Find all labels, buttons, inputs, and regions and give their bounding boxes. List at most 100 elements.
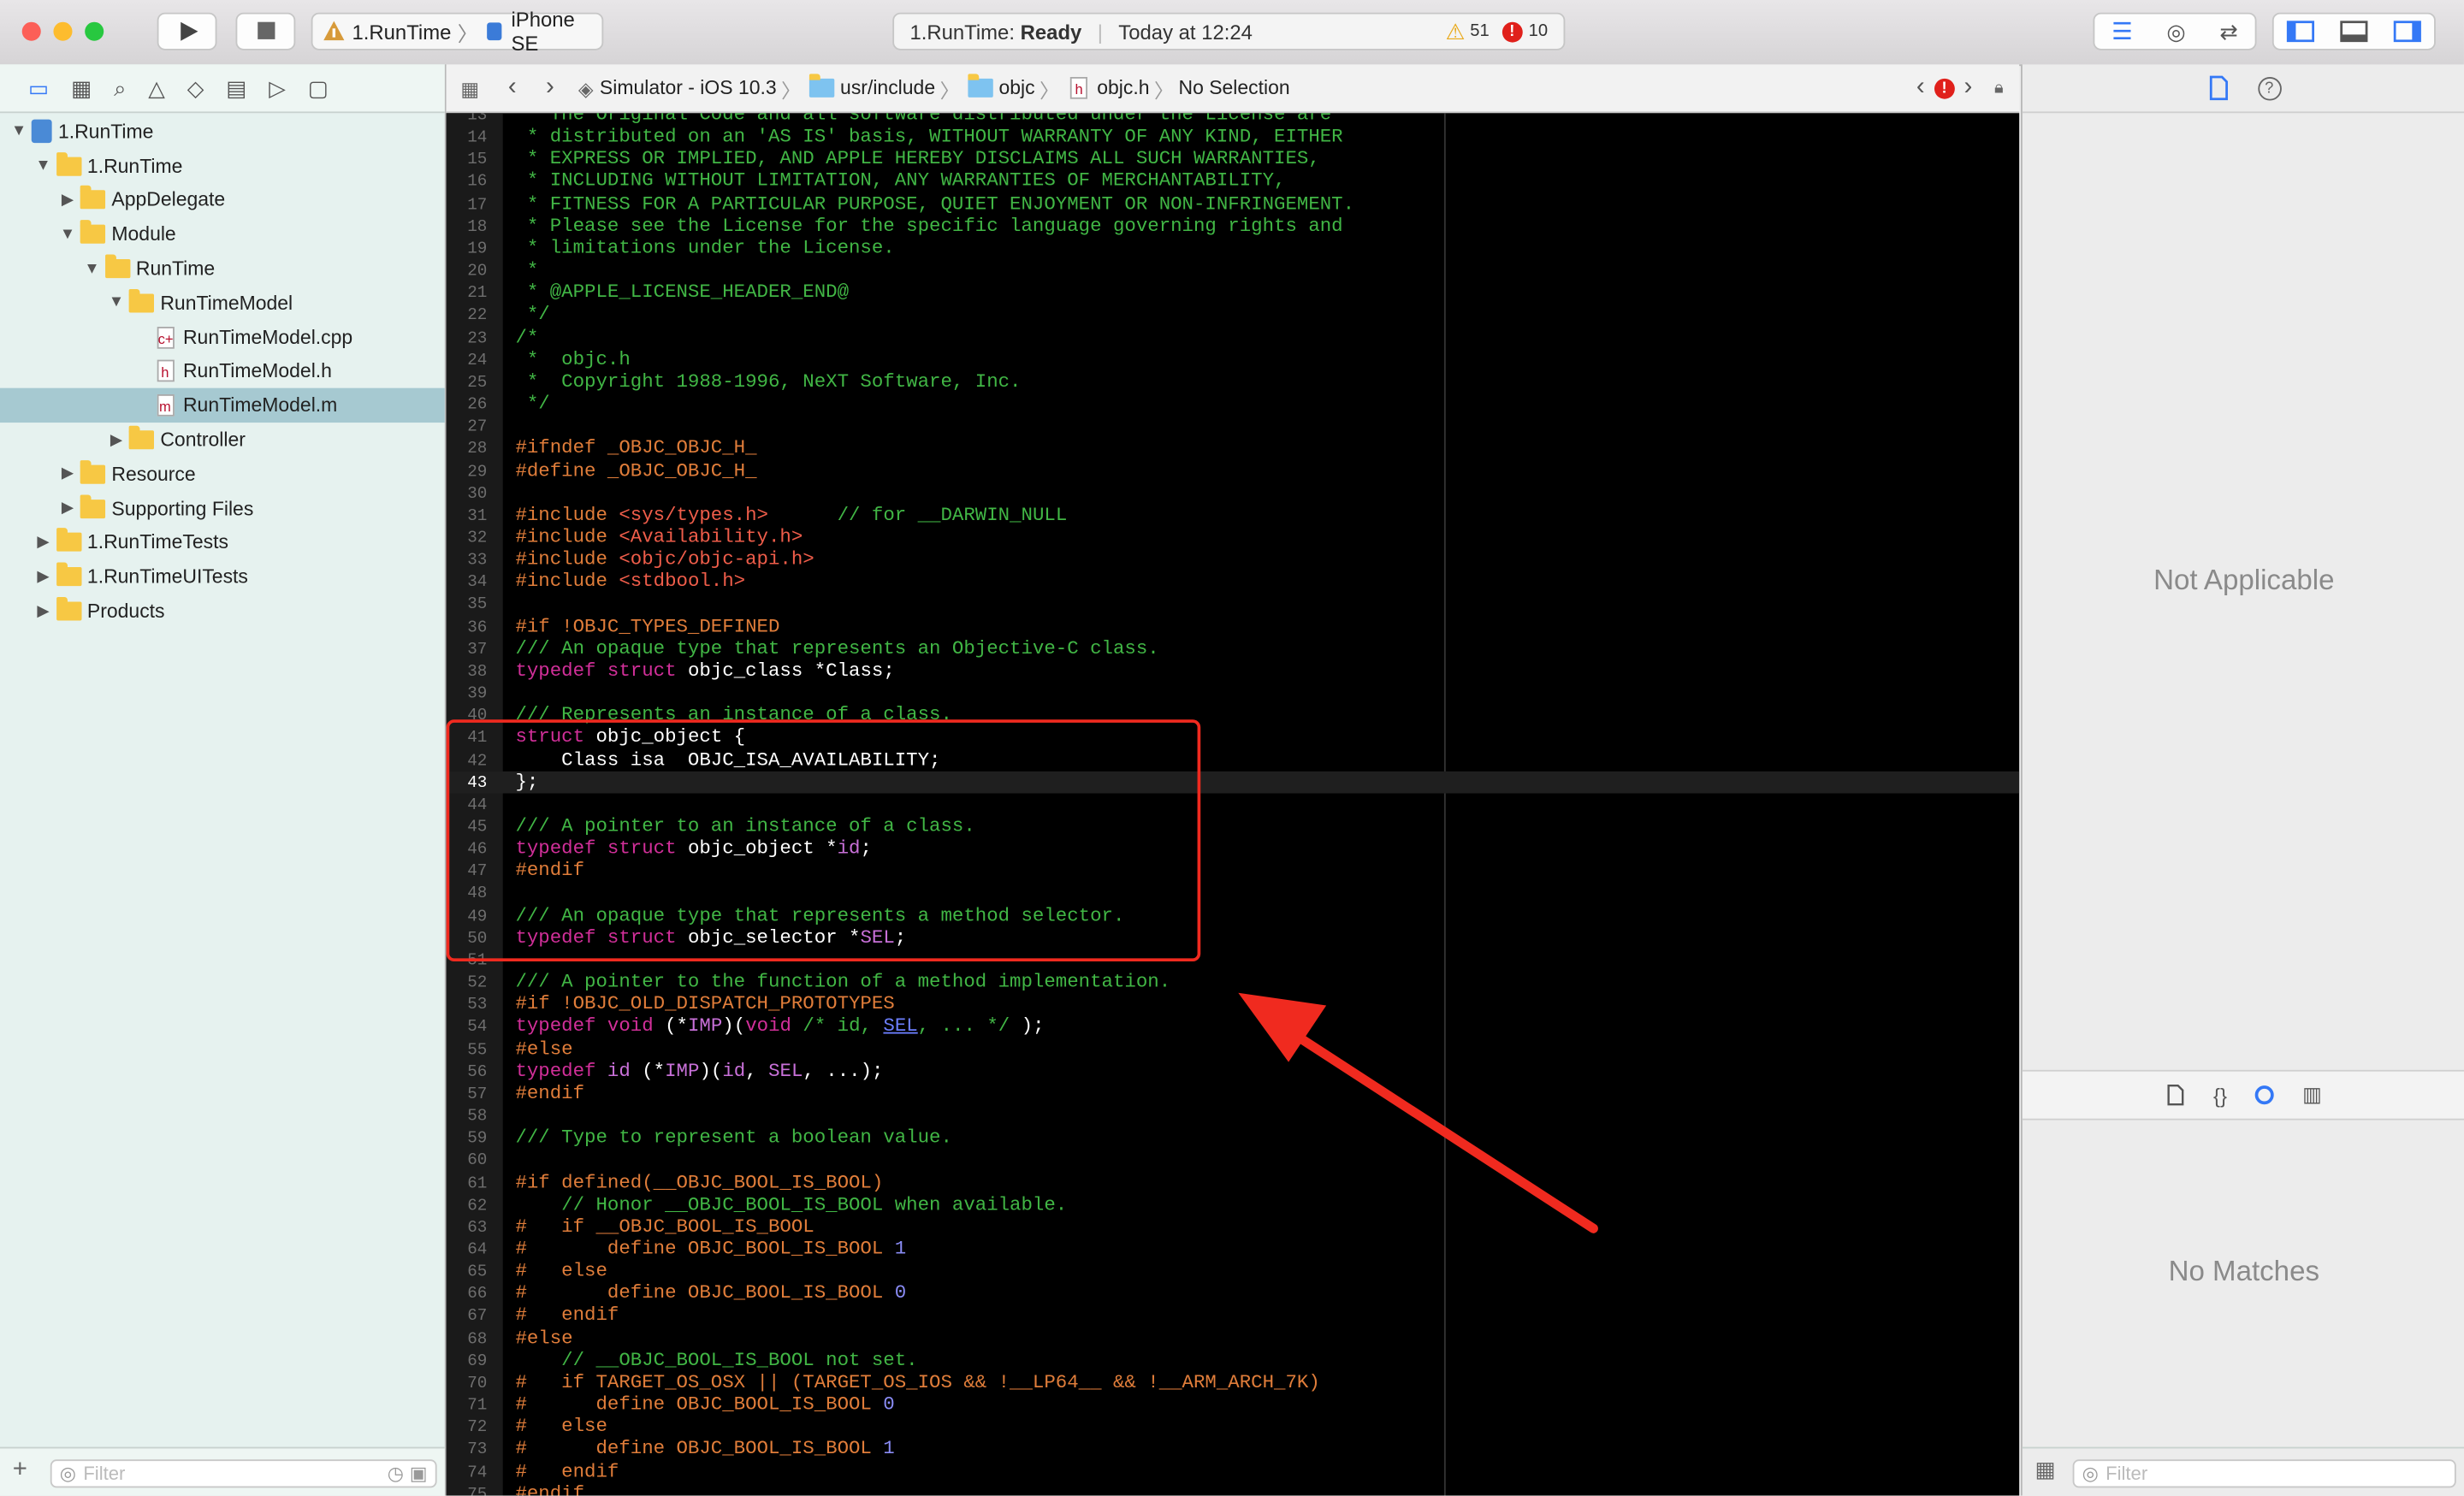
code-line[interactable]: 21 * @APPLE_LICENSE_HEADER_END@ xyxy=(447,281,2020,304)
code-line[interactable]: 31 #include <sys/types.h> // for __DARWIN… xyxy=(447,504,2020,526)
related-items-icon[interactable]: ▦ xyxy=(447,76,494,100)
disclosure-open-icon[interactable]: ▼ xyxy=(82,260,101,277)
disclosure-closed-icon[interactable]: ▶ xyxy=(33,534,52,551)
navigator-item[interactable]: ▼ 1.RunTime xyxy=(0,115,445,149)
disclosure-open-icon[interactable]: ▼ xyxy=(9,123,28,140)
code-line[interactable]: 20 * xyxy=(447,259,2020,281)
code-line[interactable]: 33 #include <objc/objc-api.h> xyxy=(447,548,2020,571)
navigator-item[interactable]: ▼ RunTime xyxy=(0,251,445,286)
navigator-item[interactable]: ▶ Resource xyxy=(0,457,445,491)
code-line[interactable]: 14 * distributed on an 'AS IS' basis, WI… xyxy=(447,126,2020,148)
disclosure-closed-icon[interactable]: ▶ xyxy=(58,500,77,517)
navigator-item[interactable]: ▶ Supporting Files xyxy=(0,491,445,525)
run-button[interactable] xyxy=(157,12,217,50)
navigator-item[interactable]: ▶ Controller xyxy=(0,423,445,457)
previous-issue-icon[interactable]: ‹ xyxy=(1916,74,1925,102)
navigator-item[interactable]: m RunTimeModel.m xyxy=(0,388,445,423)
navigator-item[interactable]: ▼ 1.RunTime xyxy=(0,149,445,183)
code-line[interactable]: 34 #include <stdbool.h> xyxy=(447,571,2020,593)
navigator-filter-field[interactable]: ◎ Filter ◷ ▣ xyxy=(50,1459,437,1488)
error-count[interactable]: 10 xyxy=(1529,22,1548,41)
back-button[interactable]: ‹ xyxy=(494,74,531,102)
version-editor-icon[interactable]: ⇄ xyxy=(2219,18,2238,44)
debug-area-toggle-icon[interactable] xyxy=(2340,21,2368,43)
media-library-icon[interactable]: ▥ xyxy=(2302,1082,2322,1107)
standard-editor-icon[interactable]: ☰ xyxy=(2112,17,2133,45)
breadcrumb-file[interactable]: objc.h xyxy=(1097,77,1149,99)
quick-help-icon[interactable]: ? xyxy=(2257,76,2281,100)
object-library-icon[interactable] xyxy=(2255,1085,2275,1105)
warning-count[interactable]: 51 xyxy=(1470,22,1489,41)
code-line[interactable]: 18 * Please see the License for the spec… xyxy=(447,215,2020,237)
code-line[interactable]: 70 # if TARGET_OS_OSX || (TARGET_OS_IOS &… xyxy=(447,1371,2020,1393)
add-icon[interactable]: + xyxy=(13,1457,27,1485)
report-navigator-icon[interactable]: ▢ xyxy=(308,74,329,101)
code-line[interactable]: 15 * EXPRESS OR IMPLIED, AND APPLE HEREB… xyxy=(447,148,2020,170)
code-line[interactable]: 68 #else xyxy=(447,1327,2020,1349)
scm-filter-icon[interactable]: ▣ xyxy=(410,1461,428,1486)
code-line[interactable]: 71 # define OBJC_BOOL_IS_BOOL 0 xyxy=(447,1393,2020,1416)
code-line[interactable]: 23 /* xyxy=(447,326,2020,348)
code-line[interactable]: 65 # else xyxy=(447,1260,2020,1282)
code-line[interactable]: 16 * INCLUDING WITHOUT LIMITATION, ANY W… xyxy=(447,170,2020,192)
disclosure-open-icon[interactable]: ▼ xyxy=(107,294,126,311)
code-line[interactable]: 30 xyxy=(447,482,2020,504)
code-line[interactable]: 32 #include <Availability.h> xyxy=(447,526,2020,548)
file-inspector-icon[interactable] xyxy=(2207,75,2230,101)
code-snippet-icon[interactable]: {} xyxy=(2213,1083,2227,1107)
code-line[interactable]: 29 #define _OBJC_OBJC_H_ xyxy=(447,459,2020,482)
folder-icon[interactable]: ▭ xyxy=(28,74,49,101)
code-line[interactable]: 24 * objc.h xyxy=(447,348,2020,370)
navigator-toggle-icon[interactable] xyxy=(2286,21,2314,43)
disclosure-closed-icon[interactable]: ▶ xyxy=(33,568,52,585)
inspector-toggle-icon[interactable] xyxy=(2393,21,2421,43)
code-line[interactable]: 75 #endif xyxy=(447,1482,2020,1495)
test-navigator-icon[interactable]: ◇ xyxy=(187,74,204,101)
code-line[interactable]: 27 xyxy=(447,415,2020,437)
breadcrumb-selection[interactable]: No Selection xyxy=(1178,77,1289,99)
code-line[interactable]: 74 # endif xyxy=(447,1460,2020,1482)
search-icon[interactable]: ⌕ xyxy=(114,74,126,101)
code-line[interactable]: 38 typedef struct objc_class *Class; xyxy=(447,659,2020,682)
navigator-item[interactable]: ▶ 1.RunTimeUITests xyxy=(0,560,445,594)
disclosure-open-icon[interactable]: ▼ xyxy=(33,157,52,174)
next-issue-icon[interactable]: › xyxy=(1964,74,1973,102)
lock-icon[interactable]: 🔒︎ xyxy=(1994,78,2004,98)
disclosure-closed-icon[interactable]: ▶ xyxy=(58,192,77,209)
assistant-editor-icon[interactable]: ◎ xyxy=(2166,18,2185,44)
code-line[interactable]: 13 * The Original Code and all software … xyxy=(447,113,2020,126)
issue-navigator-icon[interactable]: △ xyxy=(148,74,165,101)
file-template-icon[interactable] xyxy=(2166,1084,2185,1106)
code-line[interactable]: 37 /// An opaque type that represents an … xyxy=(447,637,2020,659)
disclosure-closed-icon[interactable]: ▶ xyxy=(107,431,126,448)
disclosure-closed-icon[interactable]: ▶ xyxy=(58,465,77,482)
scheme-selector[interactable]: 1.RunTime 〉 iPhone SE xyxy=(311,8,604,55)
stop-button[interactable] xyxy=(235,12,296,50)
breakpoint-navigator-icon[interactable]: ▷ xyxy=(269,74,286,101)
navigator-item[interactable]: c+ RunTimeModel.cpp xyxy=(0,320,445,354)
forward-button[interactable]: › xyxy=(531,74,569,102)
code-line[interactable]: 17 * FITNESS FOR A PARTICULAR PURPOSE, Q… xyxy=(447,192,2020,215)
debug-navigator-icon[interactable]: ▤ xyxy=(226,74,246,101)
grid-view-icon[interactable]: ▦ xyxy=(2035,1457,2056,1483)
navigator-item[interactable]: h RunTimeModel.h xyxy=(0,354,445,388)
code-line[interactable]: 22 */ xyxy=(447,304,2020,326)
disclosure-closed-icon[interactable]: ▶ xyxy=(33,602,52,619)
code-line[interactable]: 36 #if !OBJC_TYPES_DEFINED xyxy=(447,615,2020,637)
code-line[interactable]: 72 # else xyxy=(447,1416,2020,1438)
breadcrumb-simulator[interactable]: Simulator - iOS 10.3 xyxy=(600,77,777,99)
navigator-item[interactable]: ▶ Products xyxy=(0,594,445,629)
code-line[interactable]: 67 # endif xyxy=(447,1304,2020,1327)
code-line[interactable]: 26 */ xyxy=(447,393,2020,415)
close-window-button[interactable] xyxy=(21,21,41,41)
navigator-item[interactable]: ▼ Module xyxy=(0,217,445,251)
navigator-item[interactable]: ▼ RunTimeModel xyxy=(0,286,445,320)
code-line[interactable]: 39 xyxy=(447,682,2020,704)
navigator-item[interactable]: ▶ 1.RunTimeTests xyxy=(0,525,445,559)
issue-error-icon[interactable]: ! xyxy=(1934,77,1955,98)
minimize-window-button[interactable] xyxy=(53,21,73,41)
warning-icon[interactable]: ⚠ xyxy=(1446,18,1466,44)
disclosure-open-icon[interactable]: ▼ xyxy=(58,226,77,243)
breadcrumb-objc[interactable]: objc xyxy=(999,77,1035,99)
recent-files-icon[interactable]: ◷ xyxy=(388,1461,404,1486)
